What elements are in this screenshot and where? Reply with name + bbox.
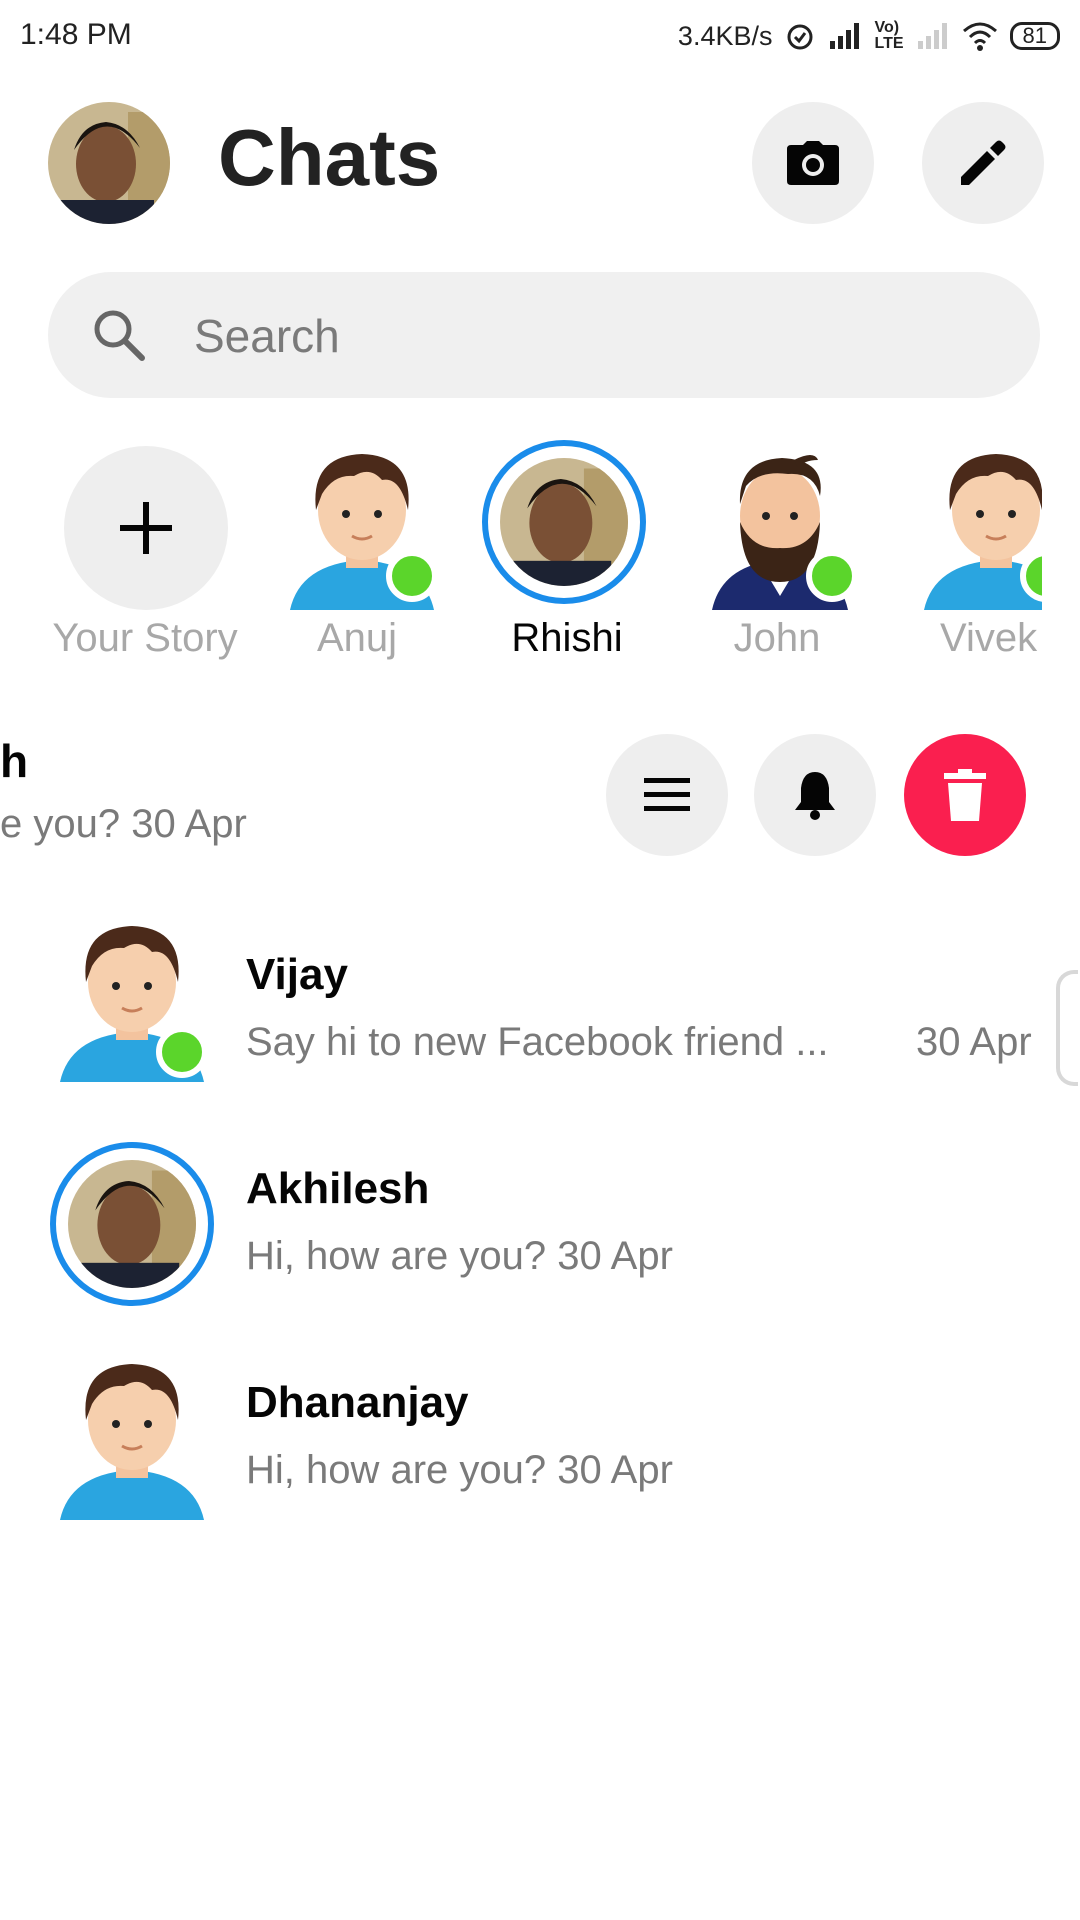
more-options-button[interactable] — [606, 734, 728, 856]
story-name-anuj: Anuj — [316, 616, 398, 660]
status-time: 1:48 PM — [20, 18, 132, 51]
rhishi-avatar — [500, 458, 628, 586]
chat-name-fragment: h — [0, 735, 29, 787]
chat-row-vijay[interactable]: Vijay Say hi to new Facebook friend ... … — [0, 900, 1080, 1100]
signal-icon — [830, 23, 860, 49]
story-name-john: John — [733, 616, 821, 660]
mute-button[interactable] — [754, 734, 876, 856]
chat-time: 30 Apr — [916, 1020, 1032, 1064]
network-speed: 3.4KB/s — [677, 20, 773, 51]
profile-avatar[interactable] — [48, 102, 170, 224]
chat-name: Dhananjay — [246, 1378, 469, 1427]
search-bar[interactable] — [48, 272, 1040, 398]
akhilesh-avatar — [68, 1160, 196, 1288]
camera-icon — [787, 141, 839, 185]
chat-message: Hi, how are you? 30 Apr — [246, 1448, 673, 1492]
bell-icon — [795, 772, 835, 820]
delete-button[interactable] — [904, 734, 1026, 856]
chat-message-fragment: e you? 30 Apr — [0, 802, 247, 846]
volte-icon: Vo) LTE — [874, 19, 904, 52]
chat-message: Hi, how are you? 30 Apr — [246, 1234, 673, 1278]
story-name-vivek: Vivek — [940, 616, 1038, 660]
online-indicator — [806, 550, 858, 602]
compose-icon — [961, 140, 1006, 185]
wifi-icon — [962, 22, 997, 51]
search-input[interactable] — [192, 300, 976, 372]
search-icon — [94, 310, 145, 361]
chat-row-akhilesh[interactable]: Akhilesh Hi, how are you? 30 Apr — [0, 1114, 1080, 1314]
edge-scroll-handle[interactable] — [1056, 970, 1078, 1086]
status-icons: 3.4KB/s Vo) LTE 81 — [678, 16, 1060, 56]
chat-row-dhananjay[interactable]: Dhananjay Hi, how are you? 30 Apr — [0, 1328, 1080, 1528]
online-indicator — [156, 1026, 208, 1078]
story-name-rhishi: Rhishi — [511, 616, 623, 660]
swiped-chat-row[interactable]: h e you? 30 Apr — [0, 720, 1080, 860]
alarm-icon — [787, 24, 813, 50]
menu-icon — [644, 778, 690, 811]
compose-button[interactable] — [922, 102, 1044, 224]
chat-message: Say hi to new Facebook friend ... — [246, 1020, 829, 1064]
add-story-button[interactable] — [64, 446, 228, 610]
camera-button[interactable] — [752, 102, 874, 224]
chat-name: Akhilesh — [246, 1164, 430, 1213]
chat-name: Vijay — [246, 950, 348, 999]
signal-weak-icon — [917, 23, 947, 49]
story-name-your-story: Your Story — [52, 616, 238, 660]
battery-icon: 81 — [1009, 22, 1060, 50]
trash-icon — [944, 769, 986, 821]
page-title: Chats — [218, 113, 441, 202]
dhananjay-avatar — [60, 1364, 204, 1520]
online-indicator — [386, 550, 438, 602]
plus-icon — [120, 502, 172, 554]
